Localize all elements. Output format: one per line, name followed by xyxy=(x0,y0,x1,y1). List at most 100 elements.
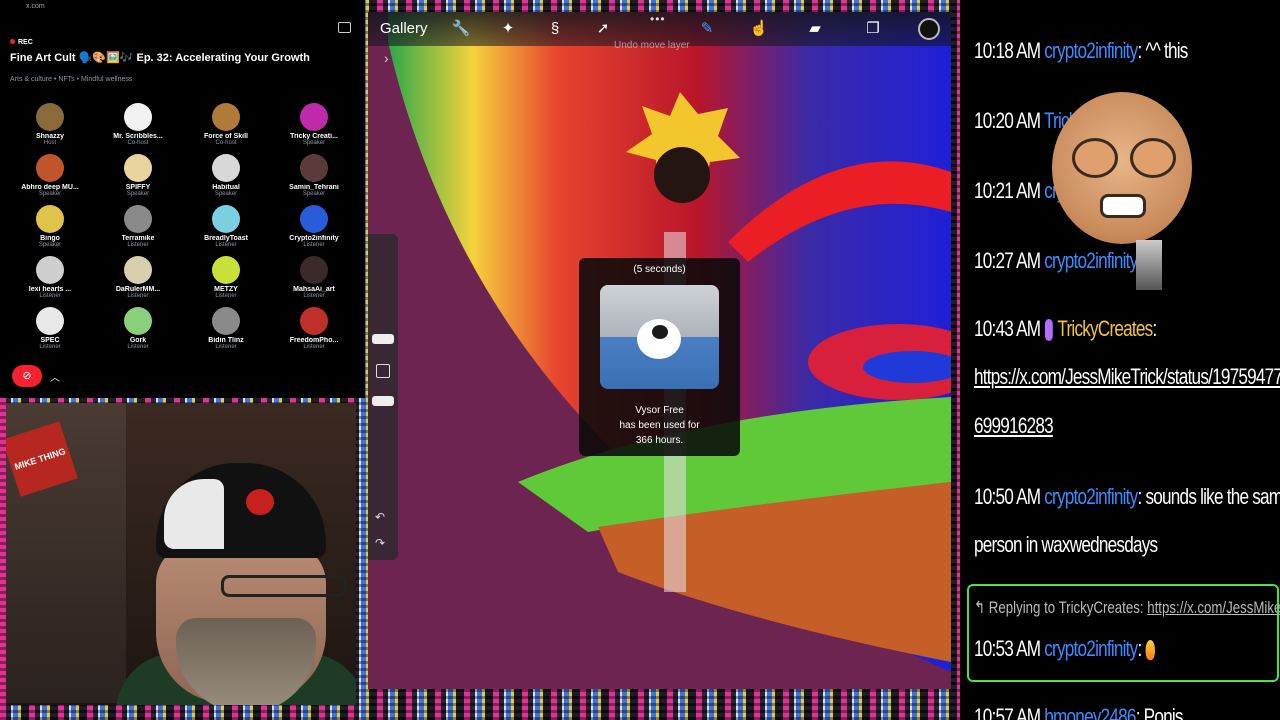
avatar[interactable] xyxy=(36,205,64,233)
participant-name: Terramike xyxy=(121,235,155,242)
participant[interactable]: MahsaAi_art Listener xyxy=(270,256,358,300)
avatar[interactable] xyxy=(212,154,240,182)
space-title: Fine Art Cult 🗣️🎨🖼️🎶 Ep. 32: Acceleratin… xyxy=(10,52,310,64)
rec-dot-icon xyxy=(10,39,15,44)
participant-name: BreadlyToast xyxy=(204,235,248,242)
gif-thumbnail xyxy=(1136,240,1162,290)
participant-role: Speaker xyxy=(302,140,326,146)
participant[interactable]: METZY Listener xyxy=(182,256,270,300)
opacity-slider[interactable] xyxy=(372,396,394,406)
vysor-line-2: has been used for xyxy=(619,420,700,431)
avatar[interactable] xyxy=(36,103,64,131)
participant-name: METZY xyxy=(214,286,238,293)
participant-role: Listener xyxy=(215,293,237,299)
participant-role: Listener xyxy=(303,242,325,248)
participant-name: Bidin Tlinz xyxy=(208,337,244,344)
participant-role: Speaker xyxy=(302,191,326,197)
brush-icon[interactable]: ✎ xyxy=(696,19,718,39)
smudge-icon[interactable]: ☝ xyxy=(748,19,770,39)
chevron-up-icon[interactable]: ︿ xyxy=(50,369,60,384)
minimize-icon[interactable] xyxy=(338,22,351,33)
avatar[interactable] xyxy=(36,154,64,182)
more-options-icon[interactable]: ••• xyxy=(650,12,666,26)
msg-link: https://x.com/JessMikeTrick/status/19759… xyxy=(974,364,1280,389)
participant-role: Listener xyxy=(127,344,149,350)
participant-role: Listener xyxy=(127,293,149,299)
avatar[interactable] xyxy=(300,205,328,233)
rec-label: REC xyxy=(18,39,33,46)
participant[interactable]: DaRulerMM... Listener xyxy=(94,256,182,300)
participant[interactable]: Mr. Scribbles... Co-host xyxy=(94,103,182,147)
url-bar[interactable]: x.com xyxy=(0,0,365,16)
chat-message: 10:50 AM crypto2infinity: sounds like th… xyxy=(974,484,1280,510)
procreate-canvas-window[interactable]: Gallery 🔧 ✦ § ➚ ••• ✎ ☝ ▰ ❐ Undo move la… xyxy=(368,12,951,689)
transform-arrow-icon[interactable]: ➚ xyxy=(592,19,614,39)
mic-muted-button[interactable]: ⊘ xyxy=(12,365,42,387)
participant-name: Shnazzy xyxy=(35,133,64,140)
participant[interactable]: Gork Listener xyxy=(94,307,182,351)
participant[interactable]: Abhro deep MU... Speaker xyxy=(6,154,94,198)
avatar[interactable] xyxy=(300,256,328,284)
participant[interactable]: Terramike Listener xyxy=(94,205,182,249)
avatar[interactable] xyxy=(212,307,240,335)
avatar[interactable] xyxy=(300,103,328,131)
avatar[interactable] xyxy=(124,154,152,182)
undo-icon[interactable]: ↶ xyxy=(375,510,385,524)
procreate-sidebar: ↶ ↷ xyxy=(368,234,398,560)
avatar[interactable] xyxy=(212,205,240,233)
participant[interactable]: Force of Skill Co-host xyxy=(182,103,270,147)
avatar[interactable] xyxy=(300,154,328,182)
participant-role: Listener xyxy=(303,344,325,350)
selection-icon[interactable]: § xyxy=(544,19,566,39)
magic-wand-icon[interactable]: ✦ xyxy=(497,19,519,39)
msg-text: : ^^ this xyxy=(1137,38,1188,63)
layers-icon[interactable]: ❐ xyxy=(862,19,884,39)
participant[interactable]: Habitual Speaker xyxy=(182,154,270,198)
chat-message: 10:27 AM crypto2infinity: xyxy=(974,248,1142,274)
participant-role: Speaker xyxy=(38,242,62,248)
avatar[interactable] xyxy=(36,256,64,284)
eraser-icon[interactable]: ▰ xyxy=(804,19,826,39)
msg-time: 10:27 AM xyxy=(974,248,1041,273)
participant[interactable]: SPEC Listener xyxy=(6,307,94,351)
wrench-icon[interactable]: 🔧 xyxy=(450,19,472,39)
participant[interactable]: lexi hearts ... Listener xyxy=(6,256,94,300)
person-cap xyxy=(156,463,326,558)
msg-text: : Ponis xyxy=(1135,704,1184,720)
participant-name: SPEC xyxy=(40,337,60,344)
avatar[interactable] xyxy=(212,256,240,284)
avatar[interactable] xyxy=(36,307,64,335)
participant[interactable]: Samin_Tehrani Speaker xyxy=(270,154,358,198)
modify-button[interactable] xyxy=(376,364,390,378)
participant-name: Samin_Tehrani xyxy=(289,184,339,191)
avatar[interactable] xyxy=(212,103,240,131)
msg-user: crypto2infinity xyxy=(1044,248,1138,273)
participant[interactable]: Bingo Speaker xyxy=(6,205,94,249)
participant-name: lexi hearts ... xyxy=(28,286,72,293)
participant-name: Habitual xyxy=(212,184,240,191)
avatar[interactable] xyxy=(124,103,152,131)
redo-icon[interactable]: ↷ xyxy=(375,536,385,550)
participant[interactable]: FreedomPho... Listener xyxy=(270,307,358,351)
participant[interactable]: Bidin Tlinz Listener xyxy=(182,307,270,351)
gallery-button[interactable]: Gallery xyxy=(380,20,428,37)
participant[interactable]: SPIFFY Speaker xyxy=(94,154,182,198)
avatar[interactable] xyxy=(300,307,328,335)
participant[interactable]: Crypto2infinity Listener xyxy=(270,205,358,249)
brush-size-slider[interactable] xyxy=(372,334,394,344)
participant-role: Speaker xyxy=(214,191,238,197)
avatar[interactable] xyxy=(124,307,152,335)
chat-link-cont[interactable]: 699916283 xyxy=(974,413,1054,439)
participant[interactable]: BreadlyToast Listener xyxy=(182,205,270,249)
avatar[interactable] xyxy=(124,256,152,284)
chat-link[interactable]: https://x.com/JessMikeTrick/status/19759… xyxy=(974,364,1280,390)
participant-role: Listener xyxy=(39,293,61,299)
emote-eye-right xyxy=(1130,138,1176,178)
arrow-tab-icon[interactable]: › xyxy=(384,50,389,66)
highlighted-reply xyxy=(967,584,1279,682)
participant[interactable]: Tricky Creati... Speaker xyxy=(270,103,358,147)
color-picker[interactable] xyxy=(918,18,940,40)
participant[interactable]: Shnazzy Host xyxy=(6,103,94,147)
msg-time: 10:18 AM xyxy=(974,38,1041,63)
avatar[interactable] xyxy=(124,205,152,233)
